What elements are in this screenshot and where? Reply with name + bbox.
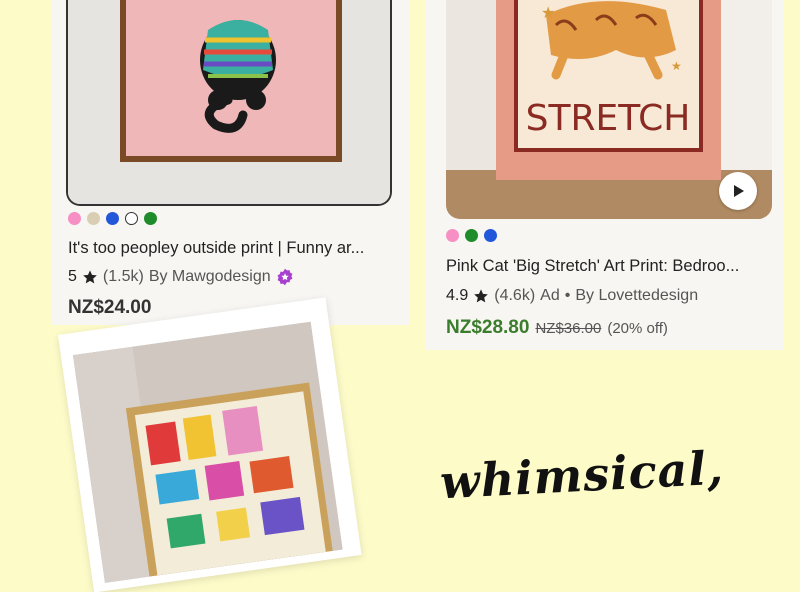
rating-value: 5 — [68, 268, 77, 285]
seller-name[interactable]: By Mawgodesign — [149, 268, 271, 286]
color-swatch[interactable] — [465, 229, 478, 242]
discount-label: (20% off) — [607, 320, 668, 337]
caption-text: whimsical, — [438, 440, 726, 510]
color-swatch[interactable] — [87, 212, 100, 225]
color-swatch[interactable] — [125, 212, 138, 225]
product-card-2[interactable]: STRETCH ★ ★ Pink Cat 'Big Stretch' Art P… — [426, 0, 784, 350]
color-swatches-2 — [446, 229, 497, 242]
framed-cat-print-image — [68, 0, 390, 204]
star-seller-badge-icon — [277, 268, 293, 286]
sale-price: NZ$28.80 — [446, 317, 530, 338]
color-swatch[interactable] — [484, 229, 497, 242]
seller-name[interactable]: By Lovettedesign — [575, 287, 698, 305]
product-title-2[interactable]: Pink Cat 'Big Stretch' Art Print: Bedroo… — [446, 257, 772, 276]
review-count: (1.5k) — [102, 268, 144, 285]
svg-text:★: ★ — [671, 59, 682, 73]
product-image-1[interactable] — [66, 0, 392, 206]
svg-text:★: ★ — [541, 5, 555, 22]
product-price-1: NZ$24.00 — [68, 297, 152, 318]
product-title-1[interactable]: It's too peopley outside print | Funny a… — [68, 239, 390, 258]
star-icon — [83, 270, 97, 284]
poster-text: STRETCH — [526, 98, 691, 139]
product-card-1[interactable]: It's too peopley outside print | Funny a… — [52, 0, 410, 325]
color-swatch[interactable] — [144, 212, 157, 225]
separator: • — [564, 287, 571, 304]
rating-row-2: 4.9 (4.6k) Ad • By Lovettedesign — [446, 287, 698, 305]
colorful-cats-print-image — [72, 321, 343, 583]
price-row-2: NZ$28.80 NZ$36.00 (20% off) — [446, 317, 668, 339]
polaroid-photo — [58, 297, 362, 592]
color-swatch[interactable] — [68, 212, 81, 225]
color-swatches-1 — [68, 212, 157, 225]
ad-label: Ad — [540, 287, 560, 304]
rating-value: 4.9 — [446, 287, 469, 304]
star-icon — [474, 289, 489, 303]
review-count: (4.6k) — [494, 287, 536, 304]
rating-row-1: 5 (1.5k) By Mawgodesign — [68, 268, 294, 286]
original-price: NZ$36.00 — [535, 320, 602, 337]
play-video-button[interactable] — [719, 172, 757, 210]
color-swatch[interactable] — [106, 212, 119, 225]
play-icon — [734, 185, 744, 197]
color-swatch[interactable] — [446, 229, 459, 242]
